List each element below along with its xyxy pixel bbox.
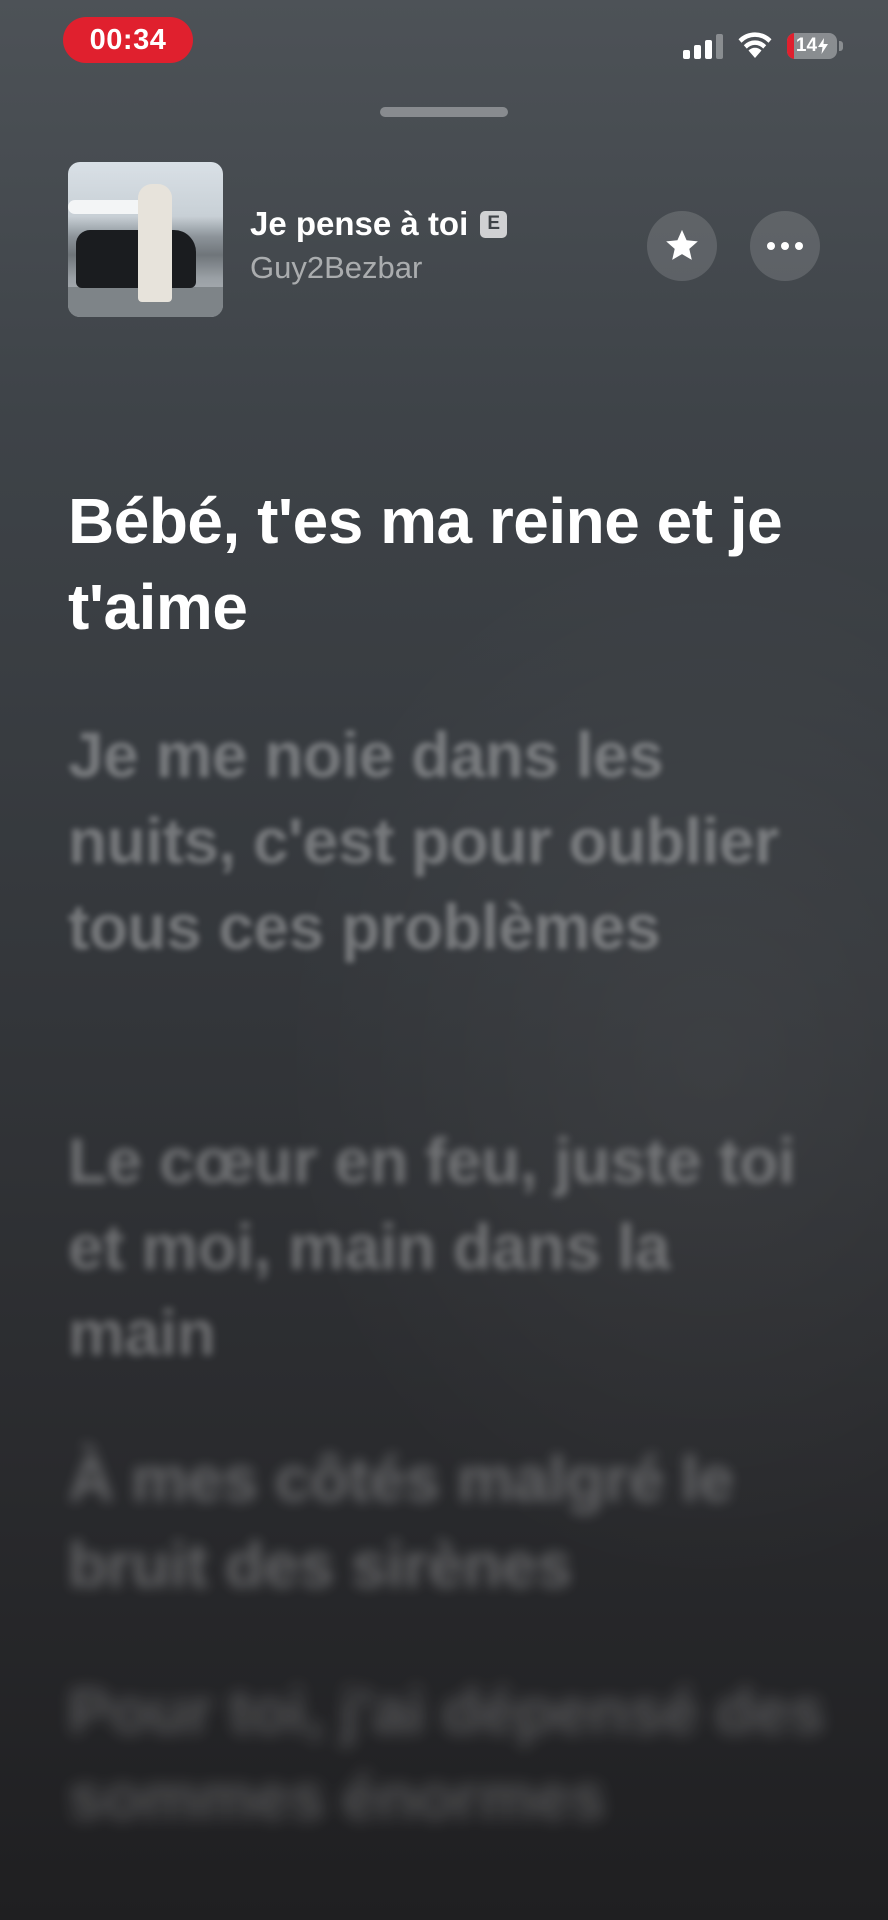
lyric-line[interactable]: Je me noie dans les nuits, c'est pour ou…	[68, 712, 828, 970]
more-options-button[interactable]	[750, 211, 820, 281]
active-lyric-line[interactable]: Bébé, t'es ma reine et je t'aime	[68, 478, 828, 650]
track-title-text: Je pense à toi	[250, 205, 469, 242]
lyrics-screen: 00:34 14 Je pense à toi E Guy2Bezbar Béb…	[0, 0, 888, 1920]
battery-cap	[839, 41, 843, 51]
artist-name[interactable]: Guy2Bezbar	[250, 250, 422, 286]
star-icon	[666, 229, 698, 260]
album-artwork[interactable]	[68, 162, 223, 317]
status-bar: 00:34 14	[0, 0, 888, 80]
battery-icon: 14	[787, 33, 837, 59]
battery-level: 14	[795, 35, 818, 56]
sheet-grabber[interactable]	[380, 107, 508, 117]
signal-icon	[683, 33, 723, 59]
artwork-person	[138, 184, 172, 302]
lyric-line[interactable]: Pour toi, j'ai dépensé des sommes énorme…	[68, 1668, 828, 1840]
ellipsis-icon	[767, 242, 803, 250]
charging-bolt-icon	[818, 38, 829, 54]
recording-indicator[interactable]: 00:34	[63, 17, 193, 63]
track-title[interactable]: Je pense à toi E	[250, 205, 508, 243]
recording-time: 00:34	[89, 23, 167, 56]
wifi-icon	[738, 32, 772, 58]
favorite-button[interactable]	[647, 211, 717, 281]
lyric-line[interactable]: Le cœur en feu, juste toi et moi, main d…	[68, 1118, 828, 1376]
artwork-car	[76, 230, 196, 288]
lyric-line[interactable]: À mes côtés malgré le bruit des sirènes	[68, 1436, 828, 1608]
explicit-badge: E	[480, 210, 508, 238]
